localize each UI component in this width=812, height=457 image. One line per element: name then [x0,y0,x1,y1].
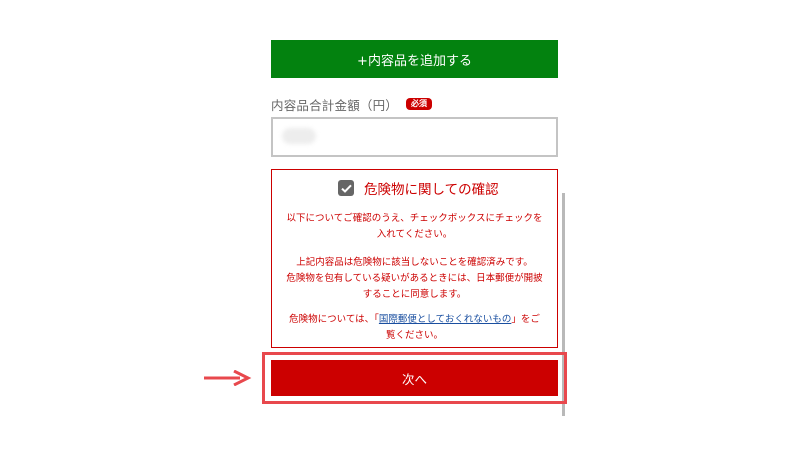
notice-reference: 危険物については、「国際郵便としておくれないもの」をご 覧ください。 [271,312,558,344]
prohibited-items-link[interactable]: 国際郵便としておくれないもの [379,314,511,325]
notice-line: することに同意します。 [362,289,467,300]
checkmark-icon [340,184,352,193]
dangerous-goods-title: 危険物に関しての確認 [364,182,499,198]
total-amount-label: 内容品合計金額（円） [271,97,399,113]
obscured-value [282,128,316,144]
total-amount-label-row: 内容品合計金額（円） 必須 [271,95,433,113]
notice-suffix: 」をご [511,314,540,325]
notice-line: 入れてください。 [376,229,453,240]
required-badge: 必須 [406,98,433,110]
right-arrow-icon [204,370,252,386]
notice-prefix: 危険物については、「 [289,314,379,325]
notice-line: 以下についてご確認のうえ、チェックボックスにチェックを [286,213,543,224]
add-item-button[interactable]: +内容品を追加する [271,40,558,78]
notice-line: 危険物については、「国際郵便としておくれないもの」をご [271,312,558,328]
next-button[interactable]: 次へ [271,360,558,396]
notice-consent: 上記内容品は危険物に該当しないことを確認済みです。 危険物を包有している疑いがあ… [271,255,558,303]
notice-instruction: 以下についてご確認のうえ、チェックボックスにチェックを 入れてください。 [271,211,558,243]
notice-line: 上記内容品は危険物に該当しないことを確認済みです。 [296,257,533,268]
notice-line: 危険物を包有している疑いがあるときには、日本郵便が開披 [286,273,543,284]
dangerous-goods-checkbox[interactable] [338,180,354,196]
notice-line: 覧ください。 [385,330,443,341]
dangerous-goods-title-row: 危険物に関しての確認 [338,178,499,198]
